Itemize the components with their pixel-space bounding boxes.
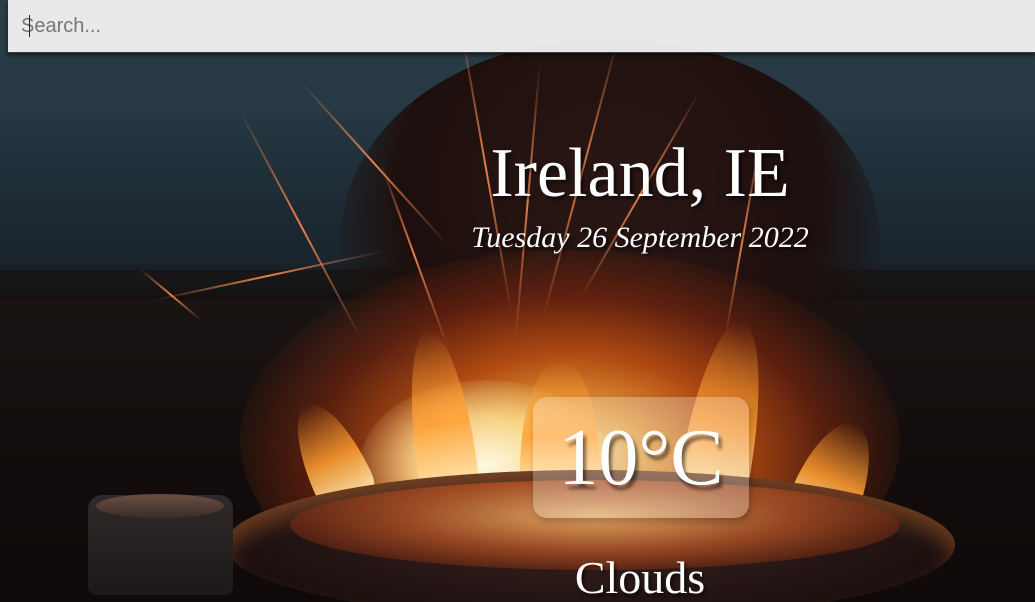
weather-condition: Clouds xyxy=(574,552,706,602)
search-input[interactable] xyxy=(8,0,1035,52)
temperature-value: 10°C xyxy=(558,414,724,502)
temperature-box: 10°C xyxy=(533,397,749,518)
background-campfire-image xyxy=(0,0,1035,602)
search-bar xyxy=(8,0,1035,53)
location-title: Ireland, IE xyxy=(490,135,790,212)
cooking-pot-lid xyxy=(96,494,224,518)
current-date: Tuesday 26 September 2022 xyxy=(471,221,809,254)
text-cursor xyxy=(29,15,30,37)
